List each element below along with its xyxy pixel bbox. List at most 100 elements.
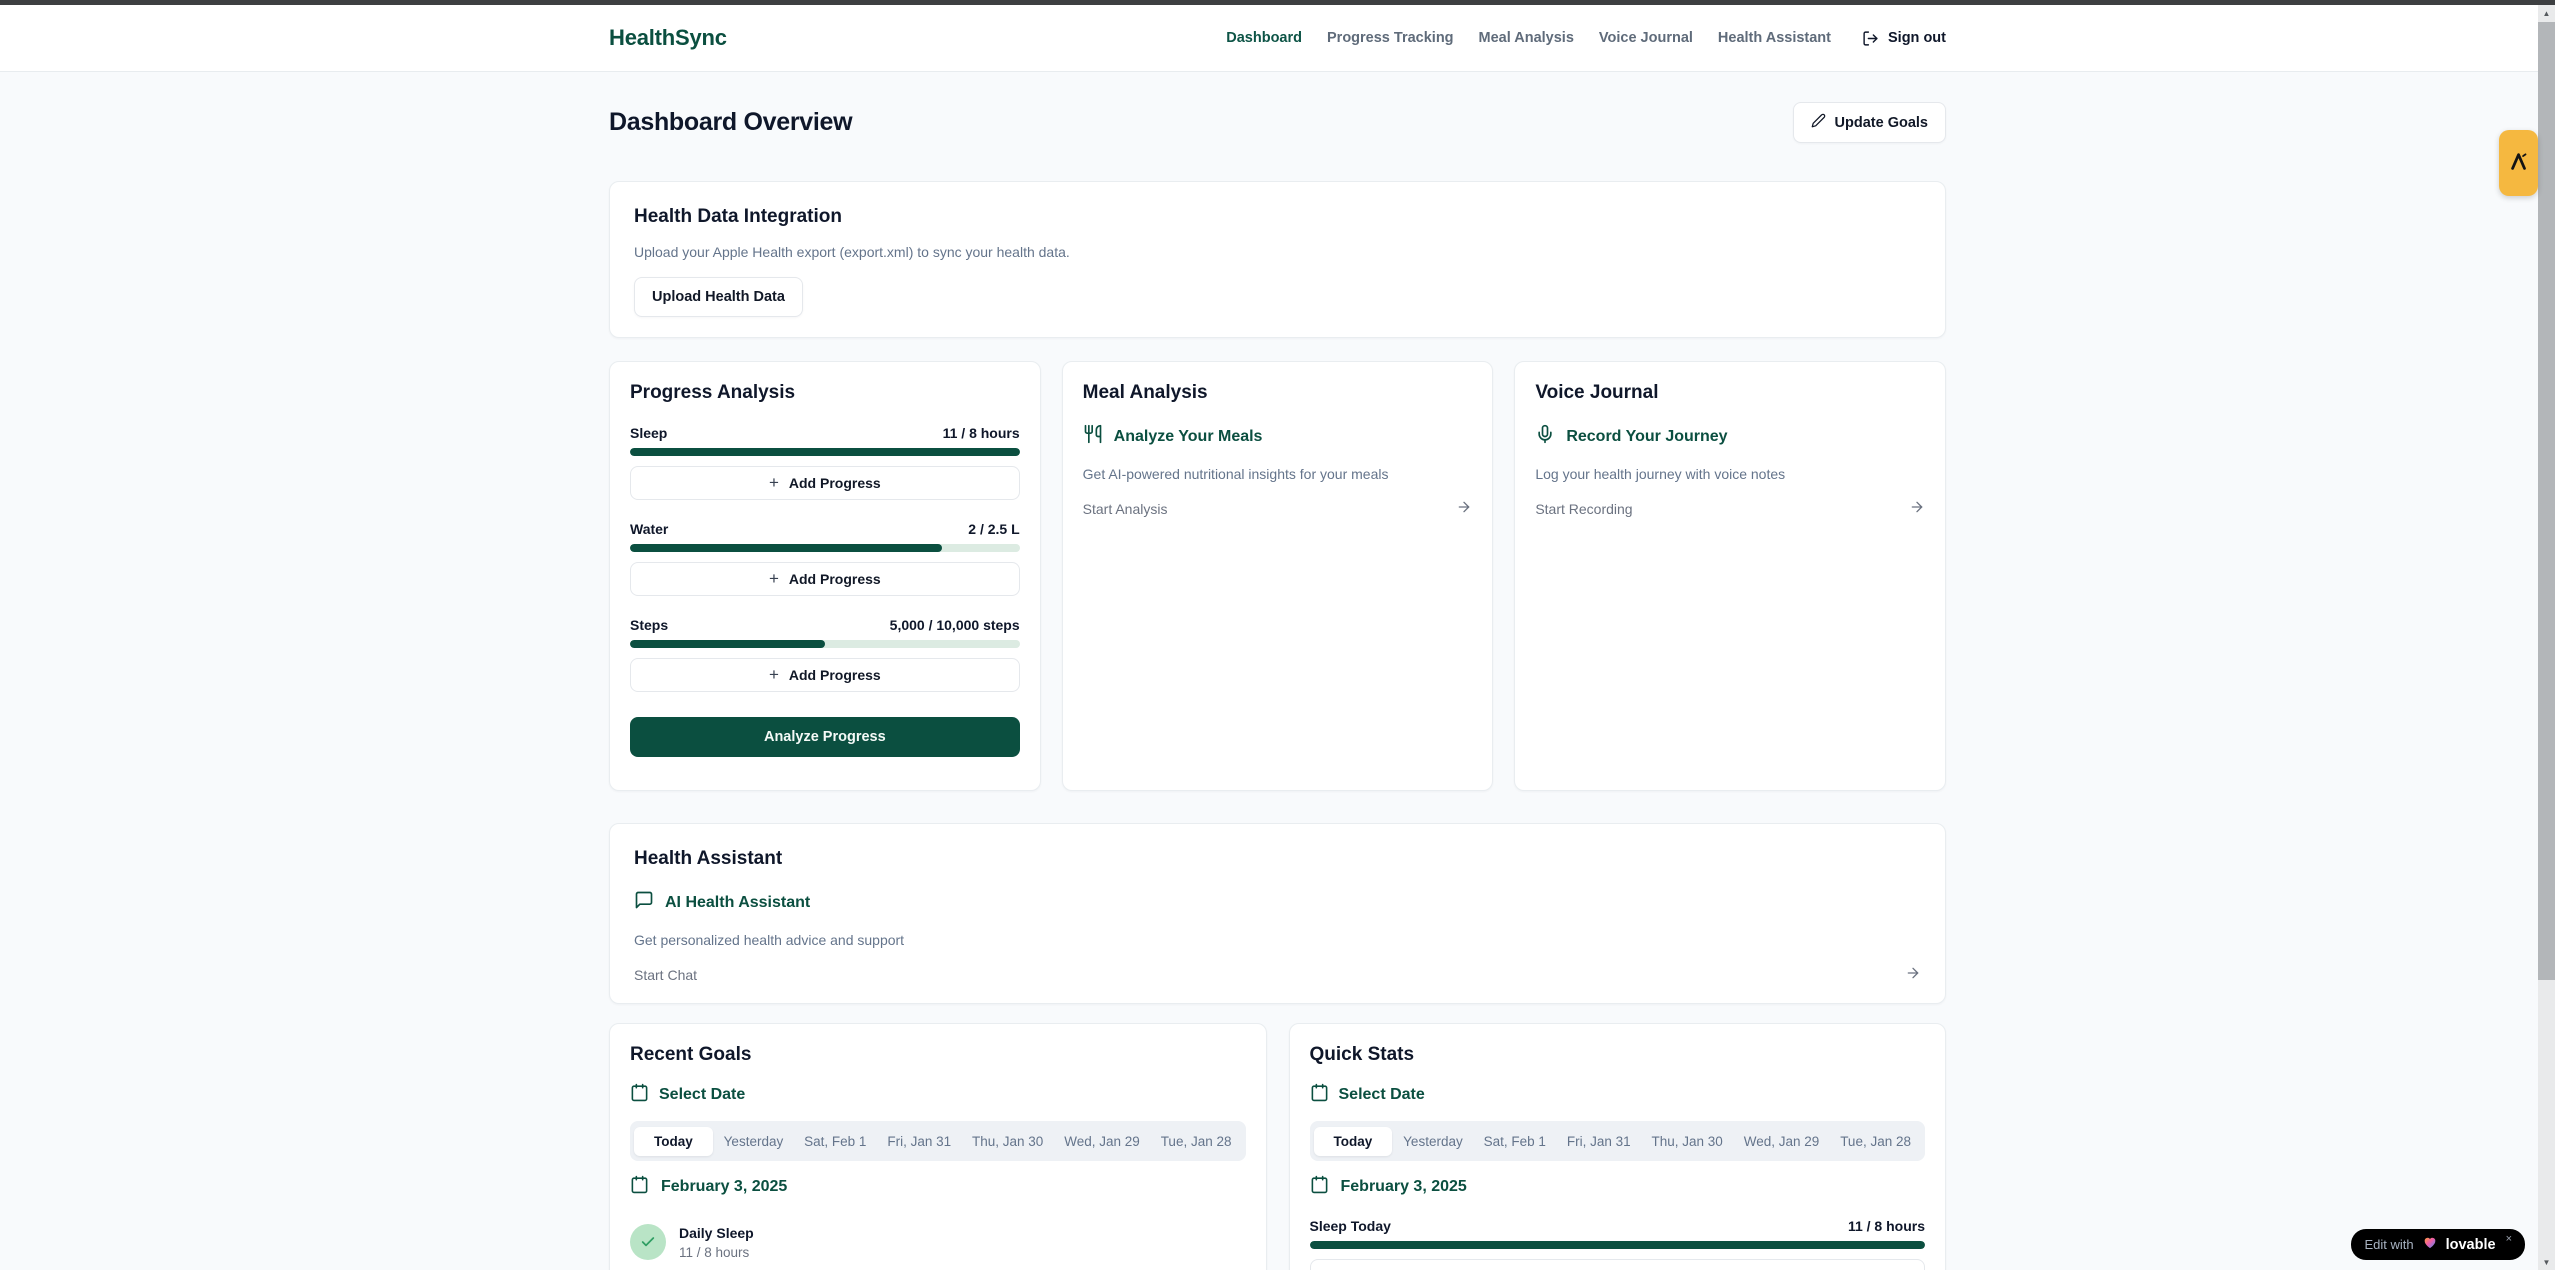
sleep-goal-block: Sleep 11 / 8 hours + Add Progress <box>630 425 1020 500</box>
tab-yesterday[interactable]: Yesterday <box>714 1127 794 1156</box>
health-assistant-card: Health Assistant AI Health Assistant Get… <box>609 823 1946 1004</box>
water-value: 2 / 2.5 L <box>968 521 1019 537</box>
nav-dashboard[interactable]: Dashboard <box>1226 30 1302 46</box>
health-data-description: Upload your Apple Health export (export.… <box>634 244 1921 260</box>
nav-health-assistant[interactable]: Health Assistant <box>1718 30 1831 46</box>
sleep-today-label: Sleep Today <box>1310 1218 1391 1234</box>
update-goals-button[interactable]: Update Goals <box>1793 102 1946 143</box>
steps-label: Steps <box>630 617 668 633</box>
analyze-your-meals-link[interactable]: Analyze Your Meals <box>1083 424 1473 449</box>
badge-close-icon[interactable]: × <box>2506 1233 2512 1245</box>
water-label: Water <box>630 521 668 537</box>
goal-item-value: 11 / 8 hours <box>679 1245 754 1260</box>
water-progress-bar <box>630 544 1020 552</box>
health-assistant-title: Health Assistant <box>634 848 1921 870</box>
plus-icon: + <box>769 570 779 587</box>
record-your-journey-link[interactable]: Record Your Journey <box>1535 424 1925 449</box>
page-title: Dashboard Overview <box>609 108 852 137</box>
arrow-right-icon <box>1909 499 1925 518</box>
calendar-icon <box>630 1083 649 1107</box>
recent-goals-card: Recent Goals Select Date Today Yesterday… <box>609 1023 1267 1270</box>
tab-wed-jan-29[interactable]: Wed, Jan 29 <box>1734 1127 1830 1156</box>
calendar-icon <box>1310 1083 1329 1107</box>
tab-fri-jan-31[interactable]: Fri, Jan 31 <box>877 1127 961 1156</box>
tab-yesterday[interactable]: Yesterday <box>1393 1127 1473 1156</box>
main-nav: Dashboard Progress Tracking Meal Analysi… <box>1226 30 1946 47</box>
start-chat-action[interactable]: Start Chat <box>634 965 1921 984</box>
tab-sat-feb-1[interactable]: Sat, Feb 1 <box>1474 1127 1556 1156</box>
tab-wed-jan-29[interactable]: Wed, Jan 29 <box>1054 1127 1150 1156</box>
steps-progress-bar <box>630 640 1020 648</box>
goal-list-item: Daily Sleep 11 / 8 hours <box>630 1224 1246 1260</box>
scrollbar-thumb[interactable] <box>2538 22 2555 980</box>
ai-health-assistant-link[interactable]: AI Health Assistant <box>634 890 1921 915</box>
chat-bubble-icon <box>634 890 654 915</box>
edit-with-lovable-badge[interactable]: Edit with lovable × <box>2351 1229 2525 1260</box>
sign-out-button[interactable]: Sign out <box>1862 30 1946 47</box>
add-water-progress-button[interactable]: + Add Progress <box>630 562 1020 596</box>
plus-icon: + <box>769 666 779 683</box>
log-out-icon <box>1862 30 1879 47</box>
progress-analysis-card: Progress Analysis Sleep 11 / 8 hours + A… <box>609 361 1041 791</box>
recent-goals-select-date[interactable]: Select Date <box>630 1083 1246 1107</box>
quick-stats-date-tabs: Today Yesterday Sat, Feb 1 Fri, Jan 31 T… <box>1310 1121 1926 1161</box>
plus-icon: + <box>769 474 779 491</box>
water-goal-block: Water 2 / 2.5 L + Add Progress <box>630 521 1020 596</box>
sleep-today-value: 11 / 8 hours <box>1848 1218 1925 1234</box>
utensils-icon <box>1083 424 1103 449</box>
tab-fri-jan-31[interactable]: Fri, Jan 31 <box>1557 1127 1641 1156</box>
arrow-right-icon <box>1905 965 1921 984</box>
calendar-icon <box>630 1175 649 1199</box>
start-recording-action[interactable]: Start Recording <box>1535 499 1925 518</box>
add-steps-progress-button[interactable]: + Add Progress <box>630 658 1020 692</box>
sleep-today-stat: Sleep Today 11 / 8 hours + Add Progress <box>1310 1218 1926 1270</box>
arrow-right-icon <box>1456 499 1472 518</box>
quick-stats-card: Quick Stats Select Date Today Yesterday … <box>1289 1023 1947 1270</box>
recent-goals-date-tabs: Today Yesterday Sat, Feb 1 Fri, Jan 31 T… <box>630 1121 1246 1161</box>
tab-thu-jan-30[interactable]: Thu, Jan 30 <box>962 1127 1053 1156</box>
tab-tue-jan-28[interactable]: Tue, Jan 28 <box>1830 1127 1921 1156</box>
tab-today[interactable]: Today <box>1314 1127 1393 1156</box>
steps-value: 5,000 / 10,000 steps <box>890 617 1020 633</box>
scrollbar-down-arrow[interactable]: ▼ <box>2538 1254 2555 1270</box>
pencil-icon <box>1811 113 1826 132</box>
lovable-logo-icon <box>2508 151 2530 176</box>
check-circle-icon <box>630 1224 666 1260</box>
quick-stats-add-progress-button[interactable]: + Add Progress <box>1310 1259 1926 1270</box>
start-analysis-action[interactable]: Start Analysis <box>1083 499 1473 518</box>
nav-progress-tracking[interactable]: Progress Tracking <box>1327 30 1454 46</box>
sleep-value: 11 / 8 hours <box>943 425 1020 441</box>
meal-analysis-title: Meal Analysis <box>1083 382 1473 404</box>
sleep-progress-bar <box>630 448 1020 456</box>
upload-health-data-button[interactable]: Upload Health Data <box>634 277 803 317</box>
app-header: HealthSync Dashboard Progress Tracking M… <box>0 5 2555 72</box>
health-data-integration-card: Health Data Integration Upload your Appl… <box>609 181 1946 338</box>
nav-meal-analysis[interactable]: Meal Analysis <box>1479 30 1574 46</box>
quick-stats-select-date[interactable]: Select Date <box>1310 1083 1926 1107</box>
tab-today[interactable]: Today <box>634 1127 713 1156</box>
scrollbar-up-arrow[interactable]: ▲ <box>2538 5 2555 21</box>
meal-analysis-description: Get AI-powered nutritional insights for … <box>1083 466 1473 482</box>
meal-analysis-card: Meal Analysis Analyze Your Meals Get AI-… <box>1062 361 1494 791</box>
goal-item-name: Daily Sleep <box>679 1225 754 1241</box>
quick-stats-selected-date: February 3, 2025 <box>1310 1175 1926 1199</box>
vertical-scrollbar[interactable]: ▲ ▼ <box>2538 5 2555 1270</box>
heart-icon <box>2422 1235 2438 1255</box>
add-sleep-progress-button[interactable]: + Add Progress <box>630 466 1020 500</box>
app-logo[interactable]: HealthSync <box>609 25 727 51</box>
health-assistant-description: Get personalized health advice and suppo… <box>634 932 1921 948</box>
recent-goals-selected-date: February 3, 2025 <box>630 1175 1246 1199</box>
quick-stats-title: Quick Stats <box>1310 1044 1926 1066</box>
analyze-progress-button[interactable]: Analyze Progress <box>630 717 1020 757</box>
voice-journal-title: Voice Journal <box>1535 382 1925 404</box>
nav-voice-journal[interactable]: Voice Journal <box>1599 30 1693 46</box>
voice-journal-card: Voice Journal Record Your Journey Log yo… <box>1514 361 1946 791</box>
tab-sat-feb-1[interactable]: Sat, Feb 1 <box>794 1127 876 1156</box>
voice-journal-description: Log your health journey with voice notes <box>1535 466 1925 482</box>
progress-analysis-title: Progress Analysis <box>630 382 1020 404</box>
recent-goals-title: Recent Goals <box>630 1044 1246 1066</box>
lovable-edit-fab[interactable] <box>2499 130 2538 196</box>
tab-thu-jan-30[interactable]: Thu, Jan 30 <box>1642 1127 1733 1156</box>
tab-tue-jan-28[interactable]: Tue, Jan 28 <box>1151 1127 1242 1156</box>
sleep-today-progress-bar <box>1310 1241 1926 1249</box>
